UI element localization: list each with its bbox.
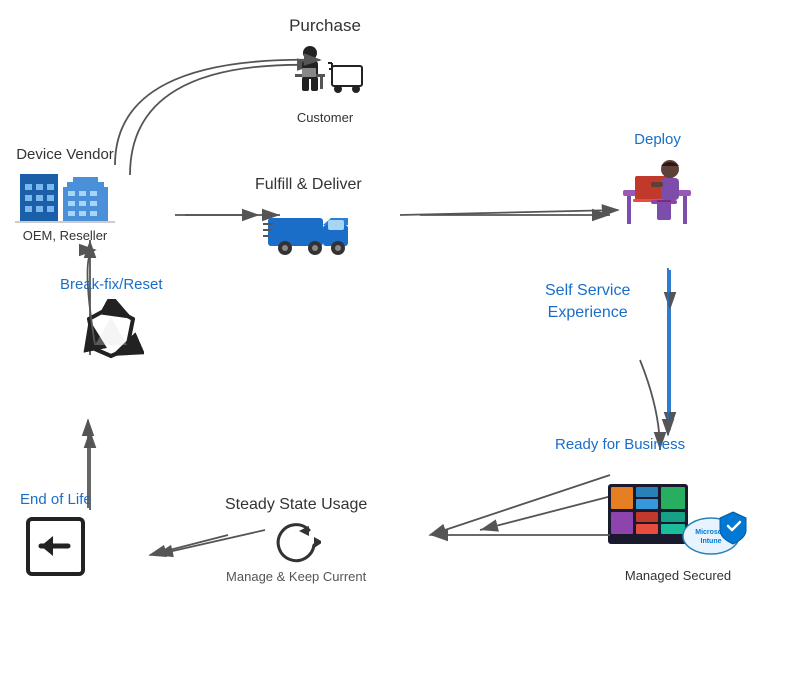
break-fix-icon xyxy=(60,299,163,364)
break-fix-node: Break-fix/Reset xyxy=(60,275,163,368)
steady-state-label: Steady State Usage xyxy=(225,495,367,516)
end-of-life-icon xyxy=(20,514,92,579)
break-fix-label: Break-fix/Reset xyxy=(60,275,163,295)
steady-state-node: Steady State Usage Manage & Keep Current xyxy=(225,495,367,586)
purchase-icon xyxy=(280,41,370,106)
diagram: Purchase Cus xyxy=(0,0,792,678)
self-service-label: Self ServiceExperience xyxy=(545,280,630,325)
deploy-icon xyxy=(615,154,700,229)
end-of-life-node: End of Life xyxy=(20,490,92,583)
manage-current-label: Manage & Keep Current xyxy=(225,569,367,586)
fulfill-icon xyxy=(255,200,362,255)
svg-text:Intune: Intune xyxy=(701,538,722,545)
purchase-node: Purchase Cus xyxy=(280,15,370,127)
steady-state-icon xyxy=(225,520,367,565)
deploy-label: Deploy xyxy=(615,130,700,150)
device-vendor-icon xyxy=(15,169,115,224)
oem-reseller-label: OEM, Reseller xyxy=(15,228,115,245)
device-vendor-label: Device Vendor xyxy=(15,145,115,165)
device-vendor-node: Device Vendor xyxy=(15,145,115,244)
customer-label: Customer xyxy=(280,110,370,127)
ready-label: Ready for Business xyxy=(555,435,685,455)
fulfill-label: Fulfill & Deliver xyxy=(255,175,362,196)
purchase-label: Purchase xyxy=(280,15,370,37)
self-service-node: Self ServiceExperience xyxy=(545,280,630,325)
managed-secured-icon: Microsoft Intune xyxy=(608,484,748,564)
fulfill-node: Fulfill & Deliver xyxy=(255,175,362,259)
managed-secured-label: Managed Secured xyxy=(608,568,748,585)
end-of-life-label: End of Life xyxy=(20,490,92,510)
deploy-node: Deploy xyxy=(615,130,700,233)
ready-for-business-node: Ready for Business xyxy=(555,435,685,455)
managed-secured-node: Microsoft Intune Managed Secured xyxy=(608,480,748,585)
